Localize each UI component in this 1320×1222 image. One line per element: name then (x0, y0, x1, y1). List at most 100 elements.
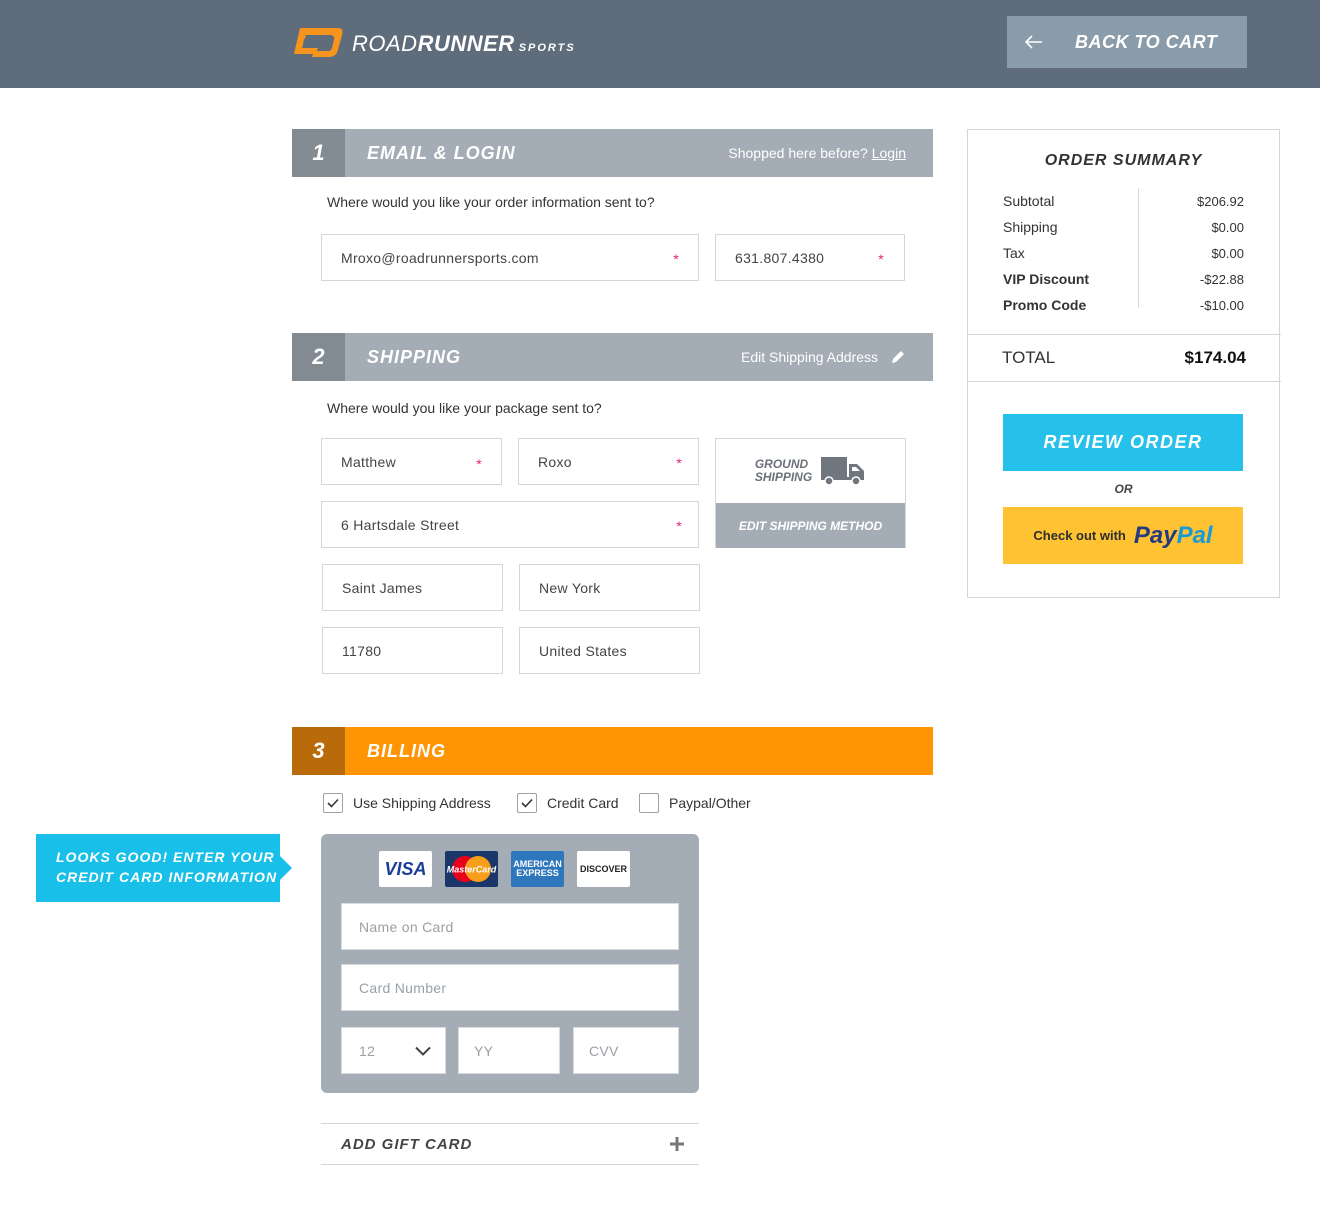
first-name-field[interactable]: Matthew * (321, 438, 502, 485)
paypal-logo-pal: Pal (1176, 521, 1213, 549)
row-label: Tax (1003, 245, 1025, 261)
expiry-year-input[interactable]: YY (458, 1027, 560, 1074)
required-marker: * (673, 251, 679, 267)
name-on-card-input[interactable]: Name on Card (341, 903, 679, 950)
required-marker: * (676, 518, 682, 534)
total-row: TOTAL $174.04 (967, 334, 1281, 382)
row-value: -$22.88 (1199, 271, 1244, 287)
back-to-cart-button[interactable]: BACK TO CART (1007, 16, 1247, 68)
paypal-prefix: Check out with (1033, 528, 1126, 543)
expiry-month-value: 12 (359, 1042, 376, 1059)
arrow-left-icon (1025, 35, 1042, 49)
promo-code-row: Promo Code -$10.00 (1003, 292, 1244, 318)
visa-logo: VISA (379, 851, 432, 887)
checkbox-checked (323, 793, 343, 813)
order-summary-panel: ORDER SUMMARY Subtotal $206.92 Shipping … (967, 129, 1281, 598)
card-brand-logos: VISA MasterCard AMERICAN EXPRESS DISCOVE… (379, 851, 630, 887)
step-number: 1 (292, 129, 345, 177)
row-label: Subtotal (1003, 193, 1055, 209)
checkbox-checked (517, 793, 537, 813)
step-number: 3 (292, 727, 345, 775)
credit-card-callout: LOOKS GOOD! ENTER YOUR CREDIT CARD INFOR… (36, 834, 292, 902)
shopped-before-text: Shopped here before? (728, 145, 868, 161)
use-shipping-address-checkbox[interactable]: Use Shipping Address (323, 793, 491, 813)
total-label: TOTAL (1002, 348, 1056, 367)
section-title: BILLING (367, 740, 446, 761)
paypal-other-checkbox[interactable]: Paypal/Other (639, 793, 751, 813)
checkbox-unchecked (639, 793, 659, 813)
email-login-section-header: 1 EMAIL & LOGIN Shopped here before? Log… (292, 129, 933, 177)
country-field[interactable]: United States (519, 627, 700, 674)
tax-row: Tax $0.00 (1003, 240, 1244, 266)
card-number-input[interactable]: Card Number (341, 964, 679, 1011)
email-field[interactable]: Mroxo@roadrunnersports.com * (321, 234, 699, 281)
shipping-method-card: GROUND SHIPPING EDIT SHIPPING METHOD (715, 438, 906, 548)
state-field[interactable]: New York (519, 564, 700, 611)
required-marker: * (476, 456, 482, 472)
delivery-truck-icon (821, 457, 865, 486)
mastercard-text: MasterCard (447, 865, 497, 875)
chevron-down-icon (415, 1046, 431, 1056)
street-address-field[interactable]: 6 Hartsdale Street * (321, 501, 699, 548)
checkbox-label: Use Shipping Address (353, 795, 491, 811)
credit-card-checkbox[interactable]: Credit Card (517, 793, 619, 813)
mastercard-logo: MasterCard (445, 851, 498, 887)
callout-line1: LOOKS GOOD! ENTER YOUR (56, 849, 275, 865)
city-field[interactable]: Saint James (322, 564, 503, 611)
subtotal-row: Subtotal $206.92 (1003, 188, 1244, 214)
credit-card-panel: VISA MasterCard AMERICAN EXPRESS DISCOVE… (321, 834, 699, 1093)
review-order-button[interactable]: REVIEW ORDER (1003, 414, 1243, 471)
add-gift-card-label: ADD GIFT CARD (341, 1135, 473, 1153)
plus-icon (670, 1137, 684, 1151)
cvv-input[interactable]: CVV (573, 1027, 679, 1074)
shipping-row: Shipping $0.00 (1003, 214, 1244, 240)
phone-field[interactable]: 631.807.4380 * (715, 234, 905, 281)
expiry-month-select[interactable]: 12 (341, 1027, 446, 1074)
last-name-field[interactable]: Roxo * (518, 438, 699, 485)
phone-value: 631.807.4380 (735, 249, 825, 266)
row-label: Shipping (1003, 219, 1058, 235)
mastercard-circles-icon: MasterCard (447, 856, 497, 882)
checkmark-icon (327, 798, 339, 808)
section-title: SHIPPING (367, 346, 462, 367)
row-value: -$10.00 (1199, 297, 1244, 313)
row-value: $0.00 (1211, 219, 1244, 235)
roadrunner-logo[interactable]: ROADRUNNER SPORTS (290, 24, 576, 64)
callout-line2: CREDIT CARD INFORMATION (56, 869, 278, 885)
city-value: Saint James (342, 579, 423, 596)
checkmark-icon (521, 798, 533, 808)
state-value: New York (539, 579, 601, 596)
total-value: $174.04 (1184, 348, 1246, 367)
edit-shipping-method-button[interactable]: EDIT SHIPPING METHOD (716, 503, 905, 548)
vip-discount-row: VIP Discount -$22.88 (1003, 266, 1244, 292)
discover-logo: DISCOVER (577, 851, 630, 887)
checkbox-label: Credit Card (547, 795, 619, 811)
country-value: United States (539, 642, 627, 659)
back-to-cart-label: BACK TO CART (1075, 31, 1218, 52)
top-header: ROADRUNNER SPORTS BACK TO CART (0, 0, 1320, 88)
shipping-method-label: GROUND SHIPPING (755, 458, 812, 484)
shipping-method-line2: SHIPPING (754, 470, 813, 484)
billing-section-header: 3 BILLING (292, 727, 933, 775)
section-title: EMAIL & LOGIN (367, 142, 516, 163)
summary-rows: Subtotal $206.92 Shipping $0.00 Tax $0.0… (1003, 188, 1244, 318)
zip-field[interactable]: 11780 (322, 627, 503, 674)
login-link[interactable]: Login (872, 145, 906, 161)
required-marker: * (878, 251, 884, 267)
row-value: $0.00 (1211, 245, 1244, 261)
login-prompt: Shopped here before? Login (728, 145, 906, 161)
checkbox-label: Paypal/Other (669, 795, 751, 811)
logo-road-text: ROAD (352, 31, 418, 56)
step-number: 2 (292, 333, 345, 381)
email-prompt: Where would you like your order informat… (327, 194, 655, 210)
email-value: Mroxo@roadrunnersports.com (341, 249, 539, 266)
edit-shipping-address-button[interactable]: Edit Shipping Address (741, 349, 906, 365)
logo-wordmark: ROADRUNNER SPORTS (352, 31, 576, 57)
street-value: 6 Hartsdale Street (341, 516, 460, 533)
add-gift-card-toggle[interactable]: ADD GIFT CARD (321, 1123, 699, 1165)
logo-sports-text: SPORTS (518, 42, 576, 54)
logo-runner-text: RUNNER (417, 31, 515, 56)
paypal-checkout-button[interactable]: Check out with Pay Pal (1003, 507, 1243, 564)
paypal-logo-pay: Pay (1133, 521, 1177, 549)
edit-shipping-address-label: Edit Shipping Address (741, 349, 878, 365)
